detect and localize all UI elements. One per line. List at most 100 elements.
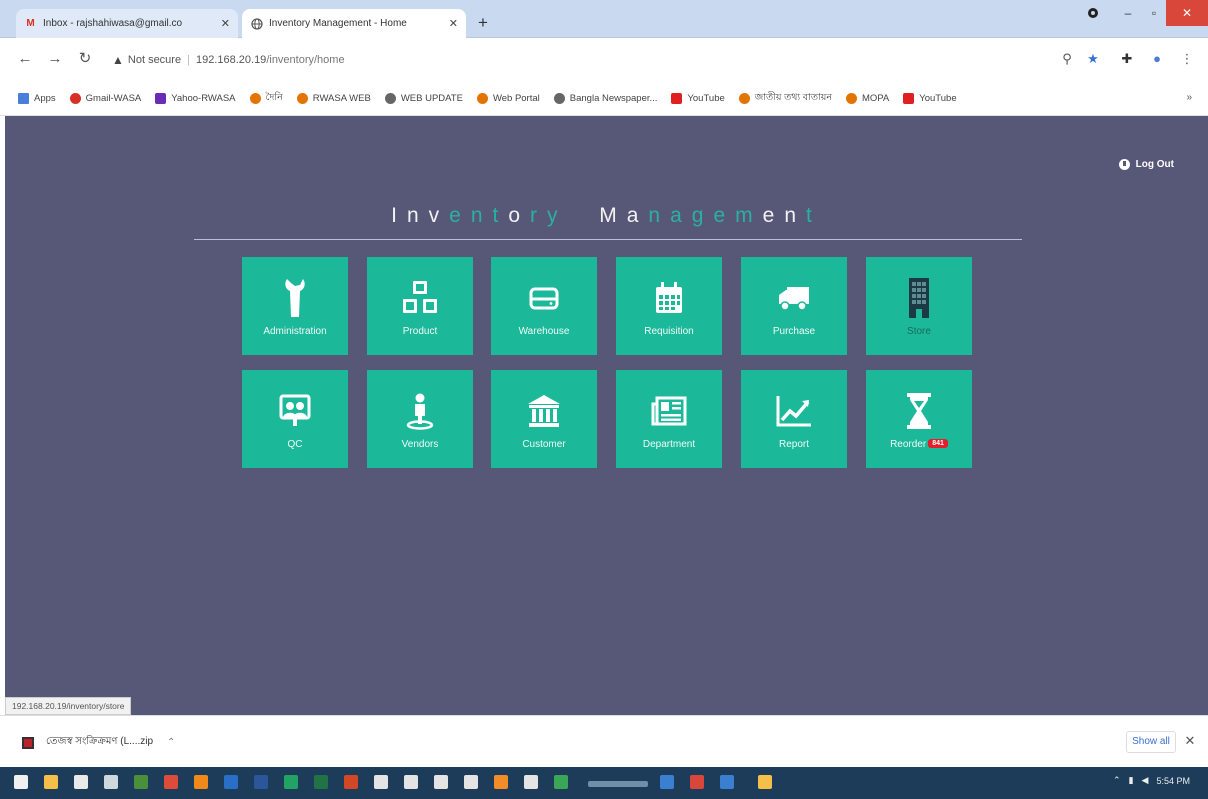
maximize-button[interactable]: ▫: [1142, 0, 1166, 26]
tab-gmail[interactable]: M Inbox - rajshahiwasa@gmail.co ✕: [16, 9, 238, 38]
tile-label: Product: [402, 325, 438, 337]
divider: |: [187, 54, 190, 66]
taskbar-app-icon[interactable]: [104, 775, 118, 789]
address-bar[interactable]: ▲ Not secure | 192.168.20.19 /inventory/…: [112, 50, 1112, 70]
tray-chevron-icon[interactable]: ⌃: [1113, 775, 1121, 786]
extensions-icon[interactable]: ✚: [1118, 50, 1136, 68]
taskbar-app-icon[interactable]: [690, 775, 704, 789]
bookmark-item[interactable]: Bangla Newspaper...: [553, 93, 658, 104]
start-icon[interactable]: [14, 775, 28, 789]
firefox-icon[interactable]: [194, 775, 208, 789]
taskbar-app-icon[interactable]: [524, 775, 538, 789]
bookmark-label: Bangla Newspaper...: [569, 93, 658, 104]
building-icon: [897, 276, 941, 320]
forward-button[interactable]: →: [46, 50, 64, 68]
title-letter: n: [784, 204, 807, 227]
tile-requisition[interactable]: Requisition: [616, 257, 722, 355]
bookmark-item[interactable]: RWASA WEB: [296, 93, 371, 104]
yahoo-icon: [155, 93, 167, 104]
bookmark-item[interactable]: WEB UPDATE: [384, 93, 463, 104]
tab-title: Inbox - rajshahiwasa@gmail.co: [43, 18, 183, 29]
show-all-button[interactable]: Show all: [1126, 731, 1176, 753]
word-icon[interactable]: [254, 775, 268, 789]
taskbar-app-icon[interactable]: [660, 775, 674, 789]
bookmarks-overflow-button[interactable]: »: [1186, 92, 1192, 103]
tile-customer[interactable]: Customer: [491, 370, 597, 468]
account-icon[interactable]: ●: [1148, 50, 1166, 68]
title-divider: [194, 239, 1022, 240]
cubes-icon: [398, 276, 442, 320]
taskbar-app-icon[interactable]: [758, 775, 772, 789]
link-status-bubble: 192.168.20.19/inventory/store: [5, 697, 132, 715]
minimize-button[interactable]: –: [1116, 0, 1140, 26]
taskbar-app-icon[interactable]: [74, 775, 88, 789]
bookmark-item[interactable]: Web Portal: [476, 93, 540, 104]
taskbar-app-icon[interactable]: [404, 775, 418, 789]
new-tab-button[interactable]: +: [473, 13, 493, 33]
bookmark-item[interactable]: YouTube: [671, 93, 725, 104]
title-letter: a: [626, 204, 649, 227]
taskbar-app-icon[interactable]: [494, 775, 508, 789]
gmail-icon: [69, 93, 81, 104]
title-letter: r: [530, 204, 548, 227]
tile-vendors[interactable]: Vendors: [367, 370, 473, 468]
bookmark-item[interactable]: জাতীয় তথ্য বাতায়ন: [738, 91, 832, 106]
warning-icon: ▲: [112, 53, 124, 67]
taskbar-app-icon[interactable]: [134, 775, 148, 789]
star-icon[interactable]: ★: [1084, 50, 1102, 68]
bookmark-item[interactable]: MOPA: [845, 93, 889, 104]
back-button[interactable]: ←: [16, 50, 34, 68]
site-icon: [738, 93, 750, 104]
close-tab-icon[interactable]: ✕: [221, 17, 230, 30]
title-letter: m: [735, 204, 763, 227]
clock[interactable]: 5:54 PM: [1156, 776, 1190, 786]
tile-qc[interactable]: QC: [242, 370, 348, 468]
taskbar-app-icon[interactable]: [314, 775, 328, 789]
taskbar-app-icon[interactable]: [720, 775, 734, 789]
bookmark-label: Gmail-WASA: [85, 93, 142, 104]
chevron-up-icon[interactable]: ⌃: [167, 737, 175, 748]
tile-reorder[interactable]: Reorder 841: [866, 370, 972, 468]
close-shelf-button[interactable]: ✕: [1182, 731, 1198, 751]
bookmark-item[interactable]: দৈনি: [249, 91, 283, 106]
tile-store[interactable]: Store: [866, 257, 972, 355]
network-icon[interactable]: ▮: [1129, 775, 1134, 786]
tile-administration[interactable]: Administration: [242, 257, 348, 355]
url-host: 192.168.20.19: [195, 54, 267, 66]
reload-button[interactable]: ↻: [76, 50, 94, 68]
tab-strip: M Inbox - rajshahiwasa@gmail.co ✕ Invent…: [0, 0, 1208, 38]
volume-icon[interactable]: ◀: [1142, 775, 1149, 786]
tile-warehouse[interactable]: Warehouse: [491, 257, 597, 355]
chrome-icon[interactable]: [164, 775, 178, 789]
tab-inventory[interactable]: Inventory Management - Home ✕: [242, 9, 466, 38]
download-item[interactable]: তেজস্ব সংক্রিক্রমণ (L....zip ⌃: [22, 734, 175, 751]
taskbar-app-icon[interactable]: [434, 775, 448, 789]
tile-department[interactable]: Department: [616, 370, 722, 468]
tile-purchase[interactable]: Purchase: [741, 257, 847, 355]
tile-product[interactable]: Product: [367, 257, 473, 355]
zoom-icon[interactable]: ⚲: [1058, 50, 1076, 68]
taskbar-app-icon[interactable]: [374, 775, 388, 789]
close-window-button[interactable]: ✕: [1166, 0, 1208, 26]
tile-label: Reorder: [890, 438, 927, 450]
menu-icon[interactable]: ⋮: [1178, 50, 1196, 68]
taskbar-app-icon[interactable]: [554, 775, 568, 789]
excel-icon[interactable]: [284, 775, 298, 789]
youtube-icon: [671, 93, 683, 104]
hourglass-icon: [897, 389, 941, 433]
bookmark-item[interactable]: YouTube: [903, 93, 957, 104]
taskbar-app-icon[interactable]: [588, 781, 648, 787]
powerpoint-icon[interactable]: [344, 775, 358, 789]
file-explorer-icon[interactable]: [44, 775, 58, 789]
bookmark-item[interactable]: Gmail-WASA: [69, 93, 142, 104]
logout-button[interactable]: Log Out: [1118, 159, 1174, 170]
security-label: Not secure: [127, 54, 182, 66]
bookmark-label: RWASA WEB: [312, 93, 371, 104]
tile-report[interactable]: Report: [741, 370, 847, 468]
taskbar-app-icon[interactable]: [224, 775, 238, 789]
close-tab-icon[interactable]: ✕: [449, 17, 458, 30]
profile-icon[interactable]: [1082, 0, 1104, 26]
taskbar-app-icon[interactable]: [464, 775, 478, 789]
bookmark-item[interactable]: Yahoo-RWASA: [155, 93, 236, 104]
bookmark-item[interactable]: Apps: [18, 93, 56, 104]
